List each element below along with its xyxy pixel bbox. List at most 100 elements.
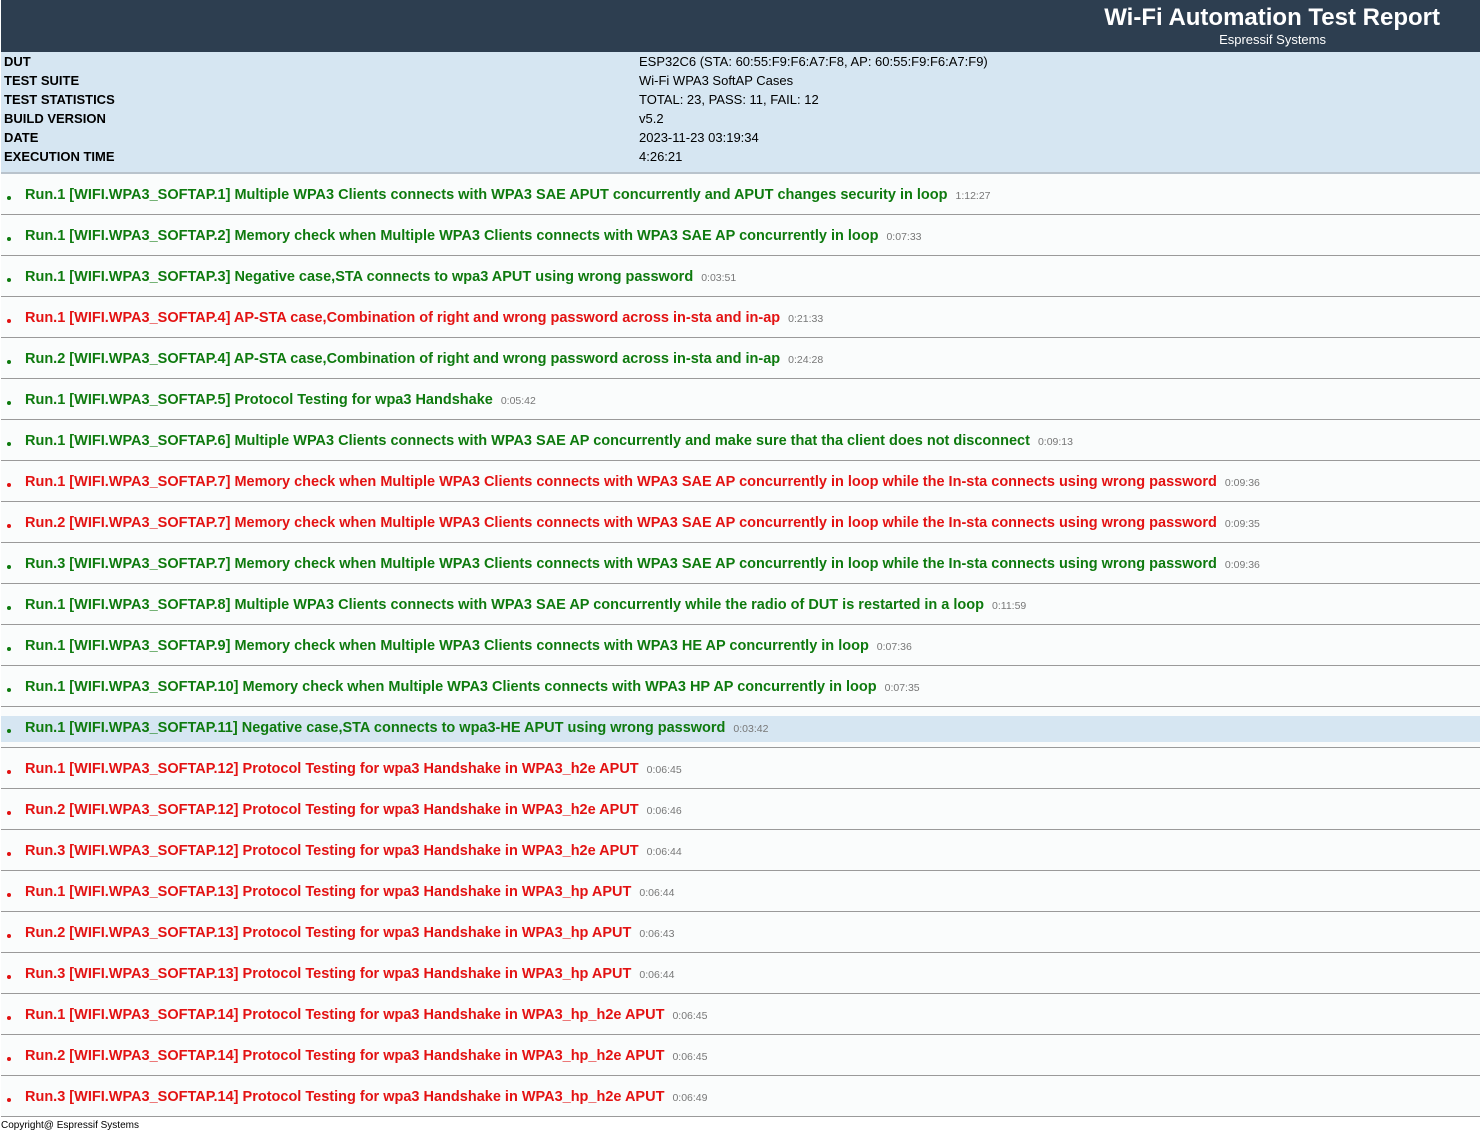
test-case-link[interactable]: Run.2 [WIFI.WPA3_SOFTAP.12] Protocol Tes… [25, 802, 682, 818]
bullet-icon [7, 811, 11, 815]
bullet-icon [7, 565, 11, 569]
report-subtitle: Espressif Systems [1219, 32, 1326, 47]
test-case-title: Run.3 [WIFI.WPA3_SOFTAP.12] Protocol Tes… [25, 843, 639, 859]
test-case-title: Run.2 [WIFI.WPA3_SOFTAP.4] AP-STA case,C… [25, 351, 781, 367]
test-case-title: Run.2 [WIFI.WPA3_SOFTAP.12] Protocol Tes… [25, 802, 639, 818]
summary-label: DATE [4, 130, 39, 145]
test-duration: 0:03:42 [733, 723, 769, 735]
bullet-icon [7, 401, 11, 405]
test-case-row[interactable]: Run.3 [WIFI.WPA3_SOFTAP.14] Protocol Tes… [1, 1076, 1480, 1117]
summary-row-execution-time: EXECUTION TIME 4:26:21 [1, 147, 1480, 166]
test-case-row[interactable]: Run.1 [WIFI.WPA3_SOFTAP.1] Multiple WPA3… [1, 174, 1480, 215]
test-case-row[interactable]: Run.1 [WIFI.WPA3_SOFTAP.5] Protocol Test… [1, 379, 1480, 420]
test-case-link[interactable]: Run.2 [WIFI.WPA3_SOFTAP.7] Memory check … [25, 515, 1260, 531]
bullet-icon [7, 934, 11, 938]
summary-value: Wi-Fi WPA3 SoftAP Cases [639, 73, 794, 88]
test-case-link[interactable]: Run.1 [WIFI.WPA3_SOFTAP.1] Multiple WPA3… [25, 187, 991, 203]
test-case-title: Run.1 [WIFI.WPA3_SOFTAP.14] Protocol Tes… [25, 1007, 665, 1023]
bullet-icon [7, 319, 11, 323]
bullet-icon [7, 442, 11, 446]
summary-row-test-statistics: TEST STATISTICS TOTAL: 23, PASS: 11, FAI… [1, 90, 1480, 109]
bullet-icon [7, 729, 11, 733]
test-case-row[interactable]: Run.2 [WIFI.WPA3_SOFTAP.12] Protocol Tes… [1, 789, 1480, 830]
test-case-link[interactable]: Run.1 [WIFI.WPA3_SOFTAP.5] Protocol Test… [25, 392, 536, 408]
test-case-row[interactable]: Run.3 [WIFI.WPA3_SOFTAP.7] Memory check … [1, 543, 1480, 584]
test-case-link[interactable]: Run.1 [WIFI.WPA3_SOFTAP.2] Memory check … [25, 228, 922, 244]
test-case-row[interactable]: Run.1 [WIFI.WPA3_SOFTAP.4] AP-STA case,C… [1, 297, 1480, 338]
test-case-list: Run.1 [WIFI.WPA3_SOFTAP.1] Multiple WPA3… [1, 174, 1480, 1117]
test-case-row[interactable]: Run.1 [WIFI.WPA3_SOFTAP.3] Negative case… [1, 256, 1480, 297]
test-case-link[interactable]: Run.1 [WIFI.WPA3_SOFTAP.3] Negative case… [25, 269, 736, 285]
test-duration: 0:09:13 [1037, 436, 1073, 448]
test-case-link[interactable]: Run.3 [WIFI.WPA3_SOFTAP.13] Protocol Tes… [25, 966, 674, 982]
test-case-link[interactable]: Run.1 [WIFI.WPA3_SOFTAP.12] Protocol Tes… [25, 761, 682, 777]
test-case-link[interactable]: Run.1 [WIFI.WPA3_SOFTAP.4] AP-STA case,C… [25, 310, 823, 326]
test-case-row[interactable]: Run.1 [WIFI.WPA3_SOFTAP.8] Multiple WPA3… [1, 584, 1480, 625]
summary-label: TEST STATISTICS [4, 92, 115, 107]
test-case-link[interactable]: Run.1 [WIFI.WPA3_SOFTAP.14] Protocol Tes… [25, 1007, 707, 1023]
test-case-title: Run.1 [WIFI.WPA3_SOFTAP.9] Memory check … [25, 638, 869, 654]
test-case-link[interactable]: Run.1 [WIFI.WPA3_SOFTAP.11] Negative cas… [25, 720, 768, 736]
summary-value: v5.2 [639, 111, 664, 126]
bullet-icon [7, 278, 11, 282]
bullet-icon [7, 1016, 11, 1020]
bullet-icon [7, 688, 11, 692]
test-case-link[interactable]: Run.3 [WIFI.WPA3_SOFTAP.14] Protocol Tes… [25, 1089, 707, 1105]
summary-table: DUT ESP32C6 (STA: 60:55:F9:F6:A7:F8, AP:… [1, 52, 1480, 172]
test-case-title: Run.1 [WIFI.WPA3_SOFTAP.4] AP-STA case,C… [25, 310, 781, 326]
copyright-footer: Copyright@ Espressif Systems [1, 1120, 139, 1131]
summary-value: ESP32C6 (STA: 60:55:F9:F6:A7:F8, AP: 60:… [639, 54, 988, 69]
test-case-link[interactable]: Run.2 [WIFI.WPA3_SOFTAP.13] Protocol Tes… [25, 925, 674, 941]
test-case-row[interactable]: Run.3 [WIFI.WPA3_SOFTAP.13] Protocol Tes… [1, 953, 1480, 994]
bullet-icon [7, 1057, 11, 1061]
test-case-link[interactable]: Run.1 [WIFI.WPA3_SOFTAP.9] Memory check … [25, 638, 912, 654]
test-duration: 0:24:28 [788, 354, 824, 366]
test-case-row[interactable]: Run.1 [WIFI.WPA3_SOFTAP.14] Protocol Tes… [1, 994, 1480, 1035]
test-case-link[interactable]: Run.1 [WIFI.WPA3_SOFTAP.13] Protocol Tes… [25, 884, 674, 900]
summary-label: TEST SUITE [4, 73, 80, 88]
bullet-icon [7, 237, 11, 241]
test-case-row[interactable]: Run.1 [WIFI.WPA3_SOFTAP.10] Memory check… [1, 666, 1480, 707]
test-case-link[interactable]: Run.1 [WIFI.WPA3_SOFTAP.8] Multiple WPA3… [25, 597, 1026, 613]
summary-row-build-version: BUILD VERSION v5.2 [1, 109, 1480, 128]
test-case-title: Run.1 [WIFI.WPA3_SOFTAP.10] Memory check… [25, 679, 877, 695]
test-case-row[interactable]: Run.2 [WIFI.WPA3_SOFTAP.14] Protocol Tes… [1, 1035, 1480, 1076]
test-case-title: Run.1 [WIFI.WPA3_SOFTAP.6] Multiple WPA3… [25, 433, 1030, 449]
test-case-link[interactable]: Run.3 [WIFI.WPA3_SOFTAP.7] Memory check … [25, 556, 1260, 572]
summary-row-dut: DUT ESP32C6 (STA: 60:55:F9:F6:A7:F8, AP:… [1, 52, 1480, 71]
test-case-row[interactable]: Run.1 [WIFI.WPA3_SOFTAP.7] Memory check … [1, 461, 1480, 502]
test-duration: 0:09:35 [1224, 518, 1260, 530]
report-header: Wi-Fi Automation Test Report Espressif S… [1, 0, 1480, 52]
bullet-icon [7, 770, 11, 774]
test-case-title: Run.1 [WIFI.WPA3_SOFTAP.8] Multiple WPA3… [25, 597, 984, 613]
test-case-link[interactable]: Run.2 [WIFI.WPA3_SOFTAP.14] Protocol Tes… [25, 1048, 707, 1064]
test-case-row[interactable]: Run.1 [WIFI.WPA3_SOFTAP.12] Protocol Tes… [1, 748, 1480, 789]
test-case-row[interactable]: Run.2 [WIFI.WPA3_SOFTAP.7] Memory check … [1, 502, 1480, 543]
test-duration: 0:05:42 [500, 395, 536, 407]
test-case-row[interactable]: Run.1 [WIFI.WPA3_SOFTAP.9] Memory check … [1, 625, 1480, 666]
test-case-link[interactable]: Run.2 [WIFI.WPA3_SOFTAP.4] AP-STA case,C… [25, 351, 823, 367]
test-case-title: Run.1 [WIFI.WPA3_SOFTAP.2] Memory check … [25, 228, 879, 244]
test-case-row[interactable]: Run.1 [WIFI.WPA3_SOFTAP.11] Negative cas… [1, 707, 1480, 748]
report-title: Wi-Fi Automation Test Report [1104, 4, 1440, 31]
test-case-link[interactable]: Run.1 [WIFI.WPA3_SOFTAP.6] Multiple WPA3… [25, 433, 1073, 449]
bullet-icon [7, 852, 11, 856]
test-case-row[interactable]: Run.3 [WIFI.WPA3_SOFTAP.12] Protocol Tes… [1, 830, 1480, 871]
test-case-row[interactable]: Run.2 [WIFI.WPA3_SOFTAP.13] Protocol Tes… [1, 912, 1480, 953]
bullet-icon [7, 647, 11, 651]
summary-label: DUT [4, 54, 31, 69]
test-case-row[interactable]: Run.1 [WIFI.WPA3_SOFTAP.6] Multiple WPA3… [1, 420, 1480, 461]
test-case-row[interactable]: Run.1 [WIFI.WPA3_SOFTAP.13] Protocol Tes… [1, 871, 1480, 912]
test-duration: 0:06:49 [672, 1092, 708, 1104]
test-duration: 0:09:36 [1224, 477, 1260, 489]
test-case-link[interactable]: Run.1 [WIFI.WPA3_SOFTAP.7] Memory check … [25, 474, 1260, 490]
test-case-row[interactable]: Run.1 [WIFI.WPA3_SOFTAP.2] Memory check … [1, 215, 1480, 256]
test-case-link[interactable]: Run.1 [WIFI.WPA3_SOFTAP.10] Memory check… [25, 679, 920, 695]
test-duration: 0:07:36 [876, 641, 912, 653]
test-case-link[interactable]: Run.3 [WIFI.WPA3_SOFTAP.12] Protocol Tes… [25, 843, 682, 859]
test-case-row[interactable]: Run.2 [WIFI.WPA3_SOFTAP.4] AP-STA case,C… [1, 338, 1480, 379]
summary-row-test-suite: TEST SUITE Wi-Fi WPA3 SoftAP Cases [1, 71, 1480, 90]
test-case-title: Run.3 [WIFI.WPA3_SOFTAP.14] Protocol Tes… [25, 1089, 665, 1105]
test-case-title: Run.2 [WIFI.WPA3_SOFTAP.14] Protocol Tes… [25, 1048, 665, 1064]
test-duration: 0:11:59 [992, 600, 1027, 612]
